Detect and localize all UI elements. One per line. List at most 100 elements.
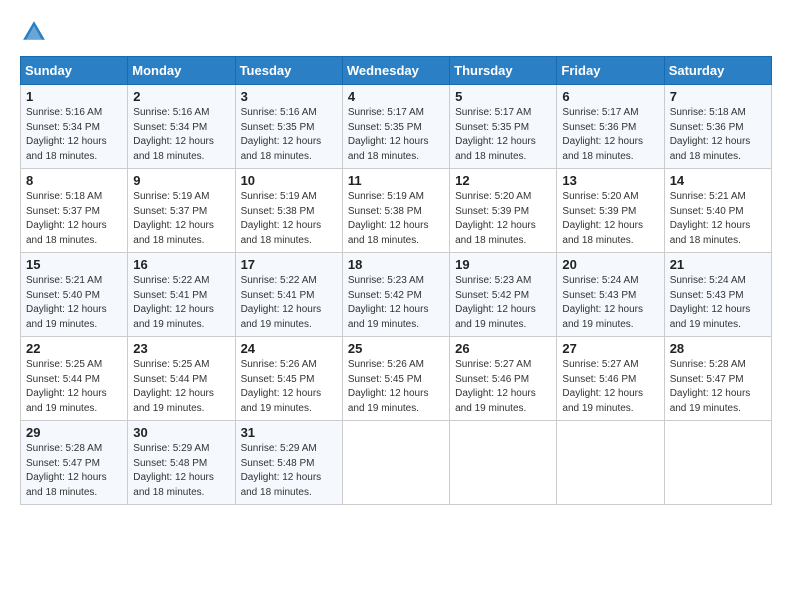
col-friday: Friday	[557, 57, 664, 85]
cell-detail: Sunrise: 5:28 AM Sunset: 5:47 PM Dayligh…	[670, 358, 767, 416]
calendar-cell: 5 Sunrise: 5:17 AM Sunset: 5:35 PM Daylig…	[450, 85, 557, 169]
cell-detail: Sunrise: 5:26 AM Sunset: 5:45 PM Dayligh…	[241, 358, 338, 416]
day-number: 13	[562, 173, 659, 188]
col-saturday: Saturday	[664, 57, 771, 85]
cell-detail: Sunrise: 5:16 AM Sunset: 5:34 PM Dayligh…	[26, 106, 123, 164]
col-wednesday: Wednesday	[342, 57, 449, 85]
cell-detail: Sunrise: 5:20 AM Sunset: 5:39 PM Dayligh…	[455, 190, 552, 248]
calendar-cell	[664, 421, 771, 505]
calendar-cell: 14Sunrise: 5:21 AM Sunset: 5:40 PM Dayli…	[664, 169, 771, 253]
calendar-cell: 10 Sunrise: 5:19 AM Sunset: 5:38 PM Dayli…	[235, 169, 342, 253]
day-number: 21	[670, 257, 767, 272]
day-number: 11	[348, 173, 445, 188]
day-number: 23	[133, 341, 230, 356]
table-row: 1Sunrise: 5:16 AM Sunset: 5:34 PM Daylig…	[21, 85, 772, 169]
logo	[20, 18, 50, 46]
day-number: 18	[348, 257, 445, 272]
calendar-cell: 13 Sunrise: 5:20 AM Sunset: 5:39 PM Dayli…	[557, 169, 664, 253]
day-number: 29	[26, 425, 123, 440]
cell-detail: Sunrise: 5:19 AM Sunset: 5:38 PM Dayligh…	[348, 190, 445, 248]
day-number: 16	[133, 257, 230, 272]
day-number: 20	[562, 257, 659, 272]
calendar-cell: 18 Sunrise: 5:23 AM Sunset: 5:42 PM Dayli…	[342, 253, 449, 337]
calendar-cell	[557, 421, 664, 505]
table-row: 22 Sunrise: 5:25 AM Sunset: 5:44 PM Dayli…	[21, 337, 772, 421]
cell-detail: Sunrise: 5:19 AM Sunset: 5:37 PM Dayligh…	[133, 190, 230, 248]
day-number: 19	[455, 257, 552, 272]
cell-detail: Sunrise: 5:17 AM Sunset: 5:35 PM Dayligh…	[455, 106, 552, 164]
cell-detail: Sunrise: 5:20 AM Sunset: 5:39 PM Dayligh…	[562, 190, 659, 248]
cell-detail: Sunrise: 5:29 AM Sunset: 5:48 PM Dayligh…	[133, 442, 230, 500]
calendar-cell: 30 Sunrise: 5:29 AM Sunset: 5:48 PM Dayli…	[128, 421, 235, 505]
day-number: 24	[241, 341, 338, 356]
calendar-cell: 11 Sunrise: 5:19 AM Sunset: 5:38 PM Dayli…	[342, 169, 449, 253]
day-number: 15	[26, 257, 123, 272]
cell-detail: Sunrise: 5:24 AM Sunset: 5:43 PM Dayligh…	[562, 274, 659, 332]
calendar-cell: 21 Sunrise: 5:24 AM Sunset: 5:43 PM Dayli…	[664, 253, 771, 337]
col-sunday: Sunday	[21, 57, 128, 85]
calendar-cell: 6Sunrise: 5:17 AM Sunset: 5:36 PM Daylig…	[557, 85, 664, 169]
calendar-cell	[342, 421, 449, 505]
cell-detail: Sunrise: 5:16 AM Sunset: 5:35 PM Dayligh…	[241, 106, 338, 164]
calendar-cell: 3Sunrise: 5:16 AM Sunset: 5:35 PM Daylig…	[235, 85, 342, 169]
day-number: 4	[348, 89, 445, 104]
day-number: 28	[670, 341, 767, 356]
cell-detail: Sunrise: 5:29 AM Sunset: 5:48 PM Dayligh…	[241, 442, 338, 500]
cell-detail: Sunrise: 5:24 AM Sunset: 5:43 PM Dayligh…	[670, 274, 767, 332]
cell-detail: Sunrise: 5:17 AM Sunset: 5:35 PM Dayligh…	[348, 106, 445, 164]
calendar-cell: 23 Sunrise: 5:25 AM Sunset: 5:44 PM Dayli…	[128, 337, 235, 421]
col-tuesday: Tuesday	[235, 57, 342, 85]
table-row: 15 Sunrise: 5:21 AM Sunset: 5:40 PM Dayli…	[21, 253, 772, 337]
table-row: 29 Sunrise: 5:28 AM Sunset: 5:47 PM Dayli…	[21, 421, 772, 505]
table-row: 8 Sunrise: 5:18 AM Sunset: 5:37 PM Daylig…	[21, 169, 772, 253]
calendar-cell: 26 Sunrise: 5:27 AM Sunset: 5:46 PM Dayli…	[450, 337, 557, 421]
calendar-cell: 31Sunrise: 5:29 AM Sunset: 5:48 PM Dayli…	[235, 421, 342, 505]
cell-detail: Sunrise: 5:23 AM Sunset: 5:42 PM Dayligh…	[348, 274, 445, 332]
cell-detail: Sunrise: 5:18 AM Sunset: 5:36 PM Dayligh…	[670, 106, 767, 164]
calendar-cell: 7 Sunrise: 5:18 AM Sunset: 5:36 PM Daylig…	[664, 85, 771, 169]
calendar-cell: 29 Sunrise: 5:28 AM Sunset: 5:47 PM Dayli…	[21, 421, 128, 505]
calendar-table: Sunday Monday Tuesday Wednesday Thursday…	[20, 56, 772, 505]
day-number: 5	[455, 89, 552, 104]
cell-detail: Sunrise: 5:25 AM Sunset: 5:44 PM Dayligh…	[133, 358, 230, 416]
col-thursday: Thursday	[450, 57, 557, 85]
day-number: 6	[562, 89, 659, 104]
cell-detail: Sunrise: 5:27 AM Sunset: 5:46 PM Dayligh…	[455, 358, 552, 416]
day-number: 27	[562, 341, 659, 356]
cell-detail: Sunrise: 5:27 AM Sunset: 5:46 PM Dayligh…	[562, 358, 659, 416]
calendar-cell: 17Sunrise: 5:22 AM Sunset: 5:41 PM Dayli…	[235, 253, 342, 337]
cell-detail: Sunrise: 5:19 AM Sunset: 5:38 PM Dayligh…	[241, 190, 338, 248]
header	[20, 18, 772, 46]
calendar-cell: 1Sunrise: 5:16 AM Sunset: 5:34 PM Daylig…	[21, 85, 128, 169]
weekday-header-row: Sunday Monday Tuesday Wednesday Thursday…	[21, 57, 772, 85]
cell-detail: Sunrise: 5:16 AM Sunset: 5:34 PM Dayligh…	[133, 106, 230, 164]
calendar-cell: 16 Sunrise: 5:22 AM Sunset: 5:41 PM Dayli…	[128, 253, 235, 337]
cell-detail: Sunrise: 5:21 AM Sunset: 5:40 PM Dayligh…	[26, 274, 123, 332]
cell-detail: Sunrise: 5:21 AM Sunset: 5:40 PM Dayligh…	[670, 190, 767, 248]
calendar-cell: 25Sunrise: 5:26 AM Sunset: 5:45 PM Dayli…	[342, 337, 449, 421]
calendar-cell: 2Sunrise: 5:16 AM Sunset: 5:34 PM Daylig…	[128, 85, 235, 169]
calendar-cell: 12 Sunrise: 5:20 AM Sunset: 5:39 PM Dayli…	[450, 169, 557, 253]
cell-detail: Sunrise: 5:22 AM Sunset: 5:41 PM Dayligh…	[133, 274, 230, 332]
calendar-cell: 27 Sunrise: 5:27 AM Sunset: 5:46 PM Dayli…	[557, 337, 664, 421]
cell-detail: Sunrise: 5:23 AM Sunset: 5:42 PM Dayligh…	[455, 274, 552, 332]
day-number: 25	[348, 341, 445, 356]
calendar-cell: 4 Sunrise: 5:17 AM Sunset: 5:35 PM Daylig…	[342, 85, 449, 169]
calendar-cell: 15 Sunrise: 5:21 AM Sunset: 5:40 PM Dayli…	[21, 253, 128, 337]
cell-detail: Sunrise: 5:18 AM Sunset: 5:37 PM Dayligh…	[26, 190, 123, 248]
cell-detail: Sunrise: 5:28 AM Sunset: 5:47 PM Dayligh…	[26, 442, 123, 500]
day-number: 12	[455, 173, 552, 188]
calendar-cell: 28 Sunrise: 5:28 AM Sunset: 5:47 PM Dayli…	[664, 337, 771, 421]
logo-icon	[20, 18, 48, 46]
day-number: 22	[26, 341, 123, 356]
day-number: 8	[26, 173, 123, 188]
calendar-cell: 8 Sunrise: 5:18 AM Sunset: 5:37 PM Daylig…	[21, 169, 128, 253]
col-monday: Monday	[128, 57, 235, 85]
calendar-cell	[450, 421, 557, 505]
day-number: 17	[241, 257, 338, 272]
calendar-cell: 22Sunrise: 5:25 AM Sunset: 5:44 PM Dayli…	[21, 337, 128, 421]
day-number: 30	[133, 425, 230, 440]
day-number: 7	[670, 89, 767, 104]
day-number: 26	[455, 341, 552, 356]
day-number: 10	[241, 173, 338, 188]
